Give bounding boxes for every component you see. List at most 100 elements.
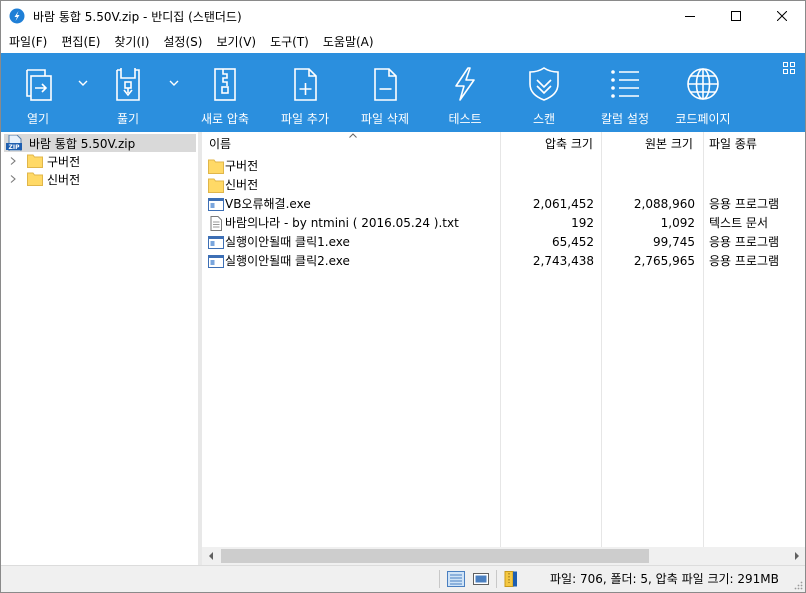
file-name: 실행이안될때 클릭1.exe <box>225 235 350 249</box>
menu-find[interactable]: 찾기(I) <box>107 31 156 53</box>
thumbnail-view-icon[interactable] <box>472 571 490 587</box>
text-file-icon <box>210 216 222 231</box>
tree-item-old-version[interactable]: 구버전 <box>1 152 80 170</box>
extract-icon <box>116 68 140 101</box>
table-row[interactable]: 구버전 <box>202 157 805 176</box>
add-file-button[interactable]: 파일 추가 <box>277 53 333 132</box>
column-header-name[interactable]: 이름 <box>209 132 231 156</box>
test-label: 테스트 <box>448 112 482 126</box>
zip-file-icon: ZIP <box>6 135 22 151</box>
file-name: 바람의나라 - by ntmini ( 2016.05.24 ).txt <box>225 216 459 230</box>
status-summary: 파일: 706, 폴더: 5, 압축 파일 크기: 291MB <box>550 572 779 586</box>
table-row[interactable]: 실행이안될때 클릭1.exe 65,452 99,745 응용 프로그램 <box>202 233 805 252</box>
file-type: 텍스트 문서 <box>709 216 769 230</box>
minimize-icon <box>685 16 695 17</box>
delete-file-icon <box>374 68 397 101</box>
archive-info-icon[interactable] <box>503 571 521 587</box>
extract-label: 풀기 <box>116 112 140 126</box>
resize-grip-icon[interactable] <box>793 580 803 590</box>
file-type: 응용 프로그램 <box>709 254 780 268</box>
chevron-right-icon[interactable] <box>9 157 17 165</box>
menu-file[interactable]: 파일(F) <box>1 31 54 53</box>
svg-text:ZIP: ZIP <box>9 144 21 151</box>
folder-icon <box>27 154 43 168</box>
table-row[interactable]: 실행이안될때 클릭2.exe 2,743,438 2,765,965 응용 프로… <box>202 252 805 271</box>
exe-icon <box>208 198 224 211</box>
lightning-bolt-icon <box>455 67 475 101</box>
list-columns-icon <box>611 70 639 98</box>
menu-view[interactable]: 보기(V) <box>209 31 263 53</box>
folder-icon <box>208 159 224 174</box>
tree-item-label: 구버전 <box>47 154 81 169</box>
open-icon <box>26 69 52 101</box>
new-archive-label: 새로 압축 <box>201 112 249 126</box>
scan-button[interactable]: 스캔 <box>521 53 567 132</box>
tree-item-label: 신버전 <box>47 172 81 187</box>
menu-bar: 파일(F) 편집(E) 찾기(I) 설정(S) 보기(V) 도구(T) 도움말(… <box>1 31 805 53</box>
extract-button[interactable]: 풀기 <box>105 53 151 132</box>
codepage-button[interactable]: 코드페이지 <box>675 53 731 132</box>
test-button[interactable]: 테스트 <box>442 53 488 132</box>
layout-grid-icon[interactable] <box>783 62 795 74</box>
file-type: 응용 프로그램 <box>709 235 780 249</box>
table-row[interactable]: 신버전 <box>202 176 805 195</box>
scroll-right-button[interactable] <box>788 547 805 565</box>
menu-help[interactable]: 도움말(A) <box>316 31 381 53</box>
table-row[interactable]: 바람의나라 - by ntmini ( 2016.05.24 ).txt 192… <box>202 214 805 233</box>
app-window: 바람 통합 5.50V.zip - 반디집 (스탠더드) 파일(F) 편집(E)… <box>0 0 806 593</box>
extract-dropdown-chevron-icon[interactable] <box>169 79 179 87</box>
add-file-label: 파일 추가 <box>281 112 329 126</box>
zip-archive-icon <box>214 68 236 101</box>
compressed-size: 2,061,452 <box>532 197 594 211</box>
status-bar: 파일: 706, 폴더: 5, 압축 파일 크기: 291MB <box>1 565 805 592</box>
tree-root-label: 바람 통합 5.50V.zip <box>29 136 136 151</box>
title-bar: 바람 통합 5.50V.zip - 반디집 (스탠더드) <box>1 1 805 31</box>
scrollbar-thumb[interactable] <box>221 549 649 563</box>
close-icon <box>777 11 787 21</box>
bandizip-app-icon <box>9 8 25 24</box>
file-list: 이름 압축 크기 원본 크기 파일 종류 구버전 신버전 VB오류해결.exe … <box>202 132 805 547</box>
column-settings-button[interactable]: 칼럼 설정 <box>597 53 653 132</box>
folder-icon <box>208 178 224 193</box>
status-divider <box>439 570 440 588</box>
table-row[interactable]: VB오류해결.exe 2,061,452 2,088,960 응용 프로그램 <box>202 195 805 214</box>
menu-settings[interactable]: 설정(S) <box>156 31 209 53</box>
delete-file-button[interactable]: 파일 삭제 <box>357 53 413 132</box>
folder-tree: ZIP 바람 통합 5.50V.zip 구버전 신버전 <box>1 132 198 565</box>
column-header-original-size[interactable]: 원본 크기 <box>645 132 693 156</box>
compressed-size: 65,452 <box>552 235 594 249</box>
horizontal-scrollbar[interactable] <box>202 547 805 565</box>
compressed-size: 2,743,438 <box>532 254 594 268</box>
file-name: 신버전 <box>225 178 259 192</box>
column-header-file-type[interactable]: 파일 종류 <box>709 132 757 156</box>
file-name: VB오류해결.exe <box>225 197 311 211</box>
scroll-right-arrow-icon <box>794 552 799 560</box>
open-button[interactable]: 열기 <box>15 53 61 132</box>
compressed-size: 192 <box>571 216 594 230</box>
menu-edit[interactable]: 편집(E) <box>54 31 107 53</box>
open-dropdown-chevron-icon[interactable] <box>78 79 88 87</box>
tree-root-archive[interactable]: ZIP 바람 통합 5.50V.zip <box>4 134 196 152</box>
maximize-button[interactable] <box>713 1 759 31</box>
file-name: 실행이안될때 클릭2.exe <box>225 254 350 268</box>
exe-icon <box>208 236 224 249</box>
column-header-compressed-size[interactable]: 압축 크기 <box>545 132 593 156</box>
shield-icon <box>529 67 559 101</box>
open-label: 열기 <box>26 112 50 126</box>
scroll-left-arrow-icon <box>208 552 213 560</box>
original-size: 2,765,965 <box>633 254 695 268</box>
exe-icon <box>208 255 224 268</box>
menu-tools[interactable]: 도구(T) <box>263 31 316 53</box>
chevron-right-icon[interactable] <box>9 175 17 183</box>
globe-icon <box>687 68 719 100</box>
close-button[interactable] <box>759 1 805 31</box>
sort-ascending-icon <box>349 133 357 138</box>
original-size: 2,088,960 <box>633 197 695 211</box>
scroll-left-button[interactable] <box>202 547 219 565</box>
details-view-icon[interactable] <box>447 571 465 587</box>
minimize-button[interactable] <box>667 1 713 31</box>
delete-file-label: 파일 삭제 <box>361 112 409 126</box>
tree-item-new-version[interactable]: 신버전 <box>1 170 80 188</box>
new-archive-button[interactable]: 새로 압축 <box>197 53 253 132</box>
original-size: 99,745 <box>653 235 695 249</box>
